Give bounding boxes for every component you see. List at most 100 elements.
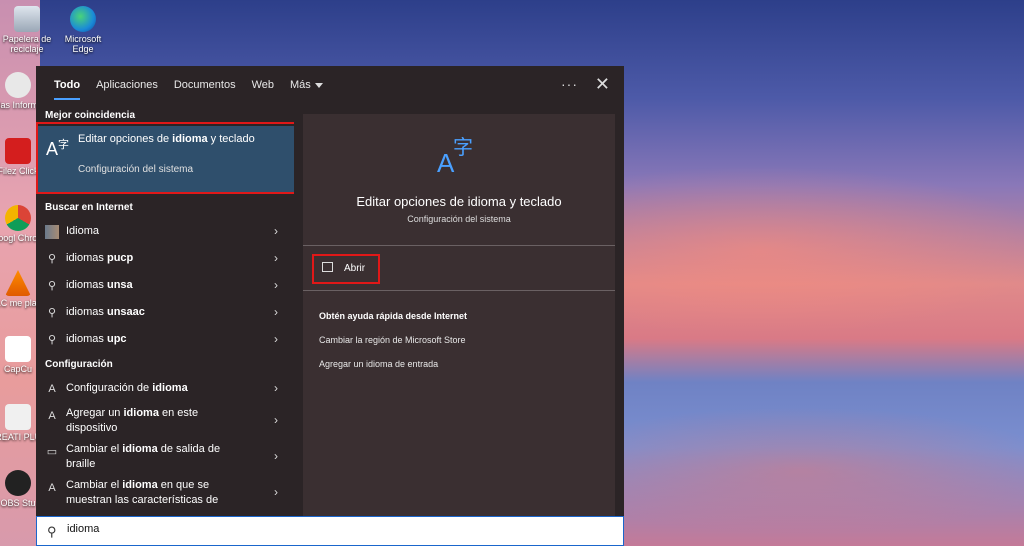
divider: [303, 290, 615, 291]
filezilla-icon: [5, 138, 31, 164]
web-result-label: idiomas upc: [66, 333, 127, 345]
best-match-title: Editar opciones de idioma y teclado: [78, 132, 278, 147]
settings-result-item[interactable]: A Agregar un idioma en este dispositivo …: [36, 402, 294, 438]
search-tabs: Todo Aplicaciones Documentos Web Más ···…: [36, 66, 624, 106]
braille-display-icon: ▭: [46, 446, 58, 458]
open-button[interactable]: Abrir: [312, 254, 380, 284]
settings-result-label: Cambiar el idioma de salida de braille: [66, 442, 236, 472]
detail-subtitle: Configuración del sistema: [407, 214, 511, 224]
web-result-item[interactable]: ⚲ idiomas unsa ›: [36, 272, 294, 299]
web-result-text: Idioma: [66, 225, 100, 237]
recycle-bin-icon: [14, 6, 40, 32]
settings-text-pre: Cambiar el: [66, 443, 123, 455]
web-search-header: Buscar en Internet: [45, 202, 133, 213]
web-result-text: idiomas: [66, 279, 107, 291]
web-result-item[interactable]: ⚲ idiomas upc ›: [36, 326, 294, 353]
open-icon: [322, 262, 333, 272]
web-result-bold: unsa: [106, 279, 133, 291]
search-bar[interactable]: ⚲: [36, 516, 624, 546]
results-list: Mejor coincidencia A字 Editar opciones de…: [36, 106, 294, 520]
chevron-right-icon: ›: [274, 485, 278, 499]
detail-pane: A 字 Editar opciones de idioma y teclado …: [303, 114, 615, 520]
info-icon: [5, 72, 31, 98]
settings-text-bold: idioma: [122, 443, 158, 455]
help-link-add-input-language[interactable]: Agregar un idioma de entrada: [319, 359, 438, 369]
best-title-bold: idioma: [172, 133, 208, 145]
desktop-icon-label: Microsoft Edge: [64, 34, 102, 54]
web-result-label: idiomas unsaac: [66, 306, 145, 318]
chevron-right-icon: ›: [274, 251, 278, 265]
chevron-right-icon: ›: [274, 381, 278, 395]
language-icon: A字: [46, 139, 70, 159]
tab-mas-label: Más: [290, 79, 311, 91]
tab-web[interactable]: Web: [244, 66, 282, 106]
tab-aplicaciones[interactable]: Aplicaciones: [88, 66, 166, 106]
web-result-label: idiomas pucp: [66, 252, 133, 264]
web-result-text: idiomas: [66, 306, 107, 318]
web-result-bold: upc: [106, 333, 127, 345]
chevron-right-icon: ›: [274, 278, 278, 292]
chevron-right-icon: ›: [274, 413, 278, 427]
settings-result-item[interactable]: A Cambiar el idioma en que se muestran l…: [36, 474, 294, 510]
desktop-icon-edge[interactable]: Microsoft Edge: [53, 6, 113, 54]
best-match-subtitle: Configuración del sistema: [78, 164, 194, 175]
settings-result-label: Cambiar el idioma en que se muestran las…: [66, 478, 236, 508]
web-result-bold: unsaac: [106, 306, 145, 318]
settings-result-item[interactable]: ▭ Cambiar el idioma de salida de braille…: [36, 438, 294, 474]
settings-result-label: Configuración de idioma: [66, 382, 188, 394]
search-icon: ⚲: [47, 524, 57, 539]
best-match-item[interactable]: A字 Editar opciones de idioma y teclado C…: [36, 122, 294, 194]
settings-text-bold: idioma: [152, 382, 188, 394]
settings-text-bold: idioma: [122, 479, 158, 491]
desktop-icon-recycle-bin[interactable]: Papelera de reciclaje: [0, 6, 57, 54]
web-result-label: idiomas unsa: [66, 279, 133, 291]
web-result-item[interactable]: ⚲ idiomas unsaac ›: [36, 299, 294, 326]
svg-text:字: 字: [453, 135, 473, 159]
tab-todo[interactable]: Todo: [46, 66, 88, 106]
vlc-icon: [5, 270, 31, 296]
search-icon: ⚲: [47, 307, 57, 319]
settings-text-pre: Cambiar el: [66, 479, 123, 491]
tab-documentos[interactable]: Documentos: [166, 66, 244, 106]
best-title-pre: Editar opciones de: [78, 133, 173, 145]
search-icon: ⚲: [47, 280, 57, 292]
language-settings-icon: A 字: [437, 135, 473, 176]
divider: [303, 245, 615, 246]
search-input[interactable]: [65, 522, 609, 536]
settings-text-pre: Agregar un: [66, 407, 124, 419]
chevron-right-icon: ›: [274, 224, 278, 238]
obs-icon: [5, 470, 31, 496]
help-header: Obtén ayuda rápida desde Internet: [319, 311, 468, 321]
web-result-text: idiomas: [66, 333, 107, 345]
open-label: Abrir: [344, 263, 366, 274]
web-result-text: idiomas: [66, 252, 107, 264]
close-button[interactable]: ✕: [595, 74, 610, 95]
search-icon: ⚲: [47, 253, 57, 265]
thumbnail-icon: [45, 225, 59, 239]
language-icon: A: [48, 410, 56, 422]
desktop-icon-label: Papelera de reciclaje: [2, 34, 52, 54]
best-title-post: y teclado: [207, 133, 255, 145]
settings-result-label: Agregar un idioma en este dispositivo: [66, 406, 236, 436]
chevron-right-icon: ›: [274, 332, 278, 346]
detail-title: Editar opciones de idioma y teclado: [356, 194, 562, 209]
web-result-label: Idioma: [66, 225, 99, 237]
language-icon: A: [48, 482, 56, 494]
chevron-down-icon: [314, 82, 323, 88]
web-result-item[interactable]: Idioma ›: [36, 218, 294, 245]
help-link-store-region[interactable]: Cambiar la región de Microsoft Store: [319, 335, 466, 345]
settings-header: Configuración: [45, 359, 113, 370]
chevron-right-icon: ›: [274, 449, 278, 463]
document-icon: [5, 404, 31, 430]
search-panel: Todo Aplicaciones Documentos Web Más ···…: [36, 66, 624, 546]
web-result-item[interactable]: ⚲ idiomas pucp ›: [36, 245, 294, 272]
settings-result-item[interactable]: A Configuración de idioma ›: [36, 375, 294, 402]
tab-mas[interactable]: Más: [282, 66, 331, 106]
more-options-button[interactable]: ···: [561, 76, 578, 92]
chevron-right-icon: ›: [274, 305, 278, 319]
edge-icon: [70, 6, 96, 32]
search-icon: ⚲: [47, 334, 57, 346]
settings-text-pre: Configuración de: [66, 382, 153, 394]
capcut-icon: [5, 336, 31, 362]
web-result-bold: pucp: [106, 252, 134, 264]
